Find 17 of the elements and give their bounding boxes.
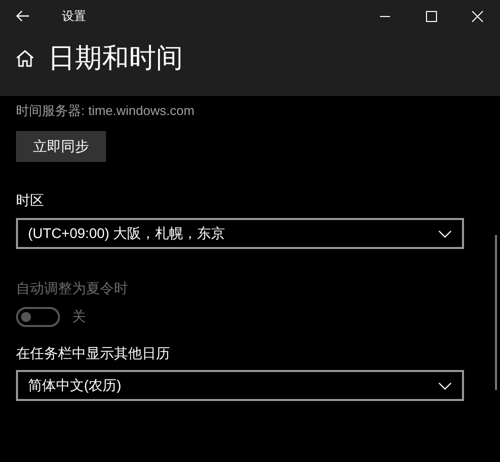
scrollbar[interactable] [495, 235, 497, 390]
maximize-icon [426, 10, 436, 22]
dst-label: 自动调整为夏令时 [16, 279, 129, 297]
chevron-down-icon [438, 230, 452, 238]
calendar-label: 在任务栏中显示其他日历 [16, 344, 171, 362]
page-title: 日期和时间 [48, 44, 183, 72]
home-icon[interactable] [16, 50, 34, 66]
chevron-down-icon [438, 382, 452, 390]
dropdown[interactable]: (UTC+09:00) 大阪，札幌，东京 [16, 218, 464, 249]
toggle-state-text: 关 [72, 307, 86, 326]
close-icon [472, 10, 482, 22]
window-title: 设置 [62, 8, 86, 25]
dropdown[interactable]: 简体中文(农历) [16, 370, 464, 401]
time-server-text: 时间服务器: time.windows.com [16, 102, 196, 120]
sync-now-button[interactable]: 立即同步 [16, 131, 106, 162]
back-arrow-icon [16, 10, 30, 22]
time-zone-label: 时区 [16, 191, 45, 209]
